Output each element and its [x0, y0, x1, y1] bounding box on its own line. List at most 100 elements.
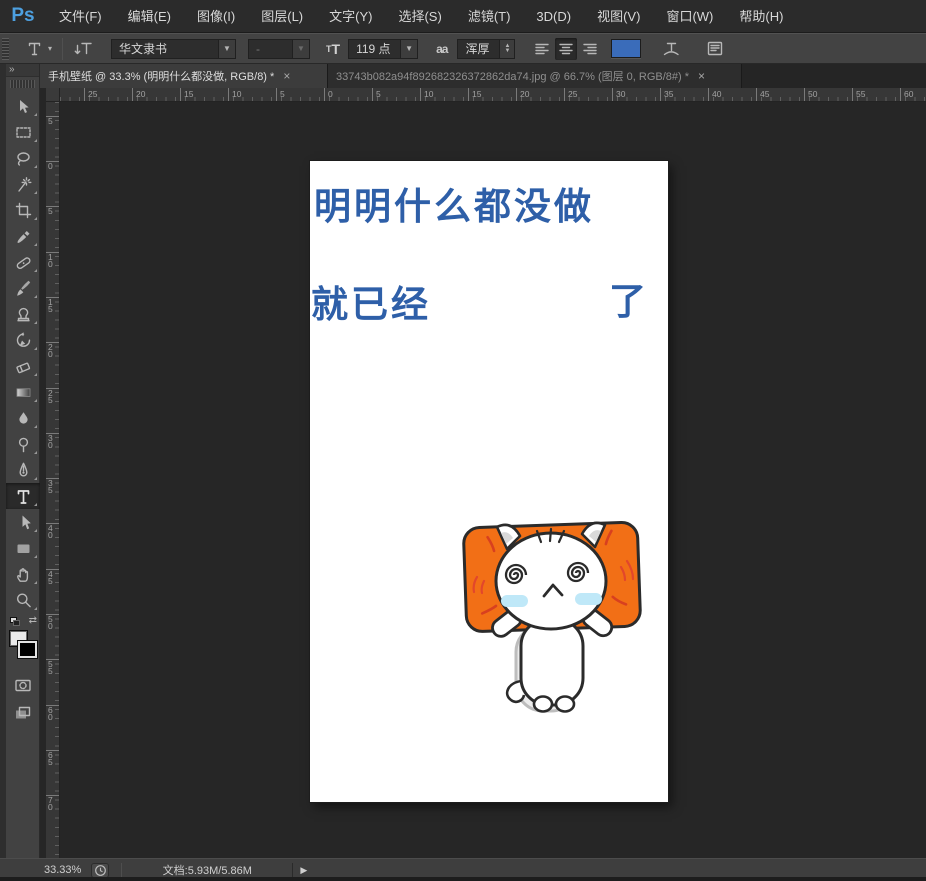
ruler-top-label: 15 [468, 88, 481, 101]
menu-item-8[interactable]: 3D(D) [523, 9, 584, 24]
font-family-value: 华文隶书 [112, 40, 218, 57]
options-grip-handle[interactable] [2, 38, 9, 60]
clone-stamp-tool[interactable] [6, 301, 40, 327]
ruler-top-label: 10 [420, 88, 433, 101]
align-center-button[interactable] [555, 38, 577, 60]
brush-tool[interactable] [6, 275, 40, 301]
chevron-down-icon: ▼ [292, 40, 309, 58]
text-layer-line2-right[interactable]: 了 [609, 271, 649, 325]
eraser-tool[interactable] [6, 353, 40, 379]
photoshop-window: Ps 文件(F)编辑(E)图像(I)图层(L)文字(Y)选择(S)滤镜(T)3D… [0, 0, 926, 881]
ruler-left-label: 4 5 [46, 569, 59, 585]
crop-tool[interactable] [6, 197, 40, 223]
text-orientation-button[interactable] [69, 37, 99, 61]
font-style-value: - [249, 42, 292, 56]
ruler-top-label: 60 [900, 88, 913, 101]
tab-document-2[interactable]: 33743b082a94f892682326372862da74.jpg @ 6… [328, 64, 742, 88]
spot-healing-brush-tool[interactable] [6, 249, 40, 275]
background-color-swatch[interactable] [18, 641, 37, 658]
document-tab-bar: 手机壁纸 @ 33.3% (明明什么都没做, RGB/8) * × 33743b… [40, 64, 926, 88]
ruler-left-label: 3 5 [46, 478, 59, 494]
menu-item-11[interactable]: 帮助(H) [726, 9, 796, 24]
quick-mask-button[interactable] [6, 673, 40, 697]
status-menu-arrow[interactable]: ▶ [292, 863, 314, 878]
font-style-select[interactable]: - ▼ [248, 39, 310, 59]
ruler-top-label: 10 [228, 88, 241, 101]
chevron-down-icon: ▼ [218, 40, 235, 58]
path-selection-tool[interactable] [6, 509, 40, 535]
warp-text-button[interactable] [657, 37, 685, 61]
text-layer-line1[interactable]: 明明什么都没做 [314, 176, 594, 230]
menu-items: 文件(F)编辑(E)图像(I)图层(L)文字(Y)选择(S)滤镜(T)3D(D)… [46, 0, 796, 33]
canvas-viewport[interactable]: 明明什么都没做 就已经 了 [60, 102, 926, 858]
text-layer-line2-left[interactable]: 就已经 [311, 274, 431, 328]
ruler-top-label: 35 [660, 88, 673, 101]
screen-mode-button[interactable] [6, 701, 40, 725]
align-left-button[interactable] [531, 38, 553, 60]
ruler-top-label: 55 [852, 88, 865, 101]
menu-bar: Ps 文件(F)编辑(E)图像(I)图层(L)文字(Y)选择(S)滤镜(T)3D… [0, 0, 926, 33]
ruler-top[interactable]: 252015105051015202530354045505560 [60, 88, 926, 102]
dodge-tool[interactable] [6, 431, 40, 457]
toggle-panels-button[interactable] [701, 37, 729, 61]
ruler-top-label: 5 [276, 88, 285, 101]
font-size-icon: TT [322, 37, 344, 61]
document-info[interactable]: 文档:5.93M/5.86M [122, 862, 292, 878]
gradient-tool[interactable] [6, 379, 40, 405]
type-tool[interactable] [6, 483, 40, 509]
pen-tool[interactable] [6, 457, 40, 483]
menu-item-9[interactable]: 视图(V) [584, 9, 653, 24]
default-colors-icon[interactable] [10, 617, 21, 627]
ruler-top-label: 0 [324, 88, 333, 101]
ruler-left-label: 5 0 [46, 614, 59, 630]
ruler-left-label: 6 5 [46, 750, 59, 766]
tool-preset-picker[interactable]: ▾ [21, 37, 56, 61]
close-icon[interactable]: × [283, 69, 290, 83]
menu-item-3[interactable]: 图像(I) [184, 9, 248, 24]
ruler-left[interactable]: 5051 01 52 02 53 03 54 04 55 05 56 06 57… [46, 102, 60, 858]
menu-item-5[interactable]: 文字(Y) [316, 9, 385, 24]
hand-tool[interactable] [6, 561, 40, 587]
text-color-swatch[interactable] [611, 39, 641, 58]
anti-alias-select[interactable]: 浑厚 ▲▼ [457, 39, 515, 59]
ruler-top-label: 50 [804, 88, 817, 101]
ruler-origin-corner[interactable] [46, 88, 60, 102]
menu-item-1[interactable]: 文件(F) [46, 9, 115, 24]
cat-on-pillow-image [455, 511, 667, 726]
menu-item-2[interactable]: 编辑(E) [115, 9, 184, 24]
ruler-left-label: 0 [46, 161, 59, 170]
ruler-top-label: 25 [564, 88, 577, 101]
eyedropper-tool[interactable] [6, 223, 40, 249]
menu-item-6[interactable]: 选择(S) [385, 9, 454, 24]
menu-item-4[interactable]: 图层(L) [248, 9, 316, 24]
blur-tool[interactable] [6, 405, 40, 431]
clock-icon[interactable] [91, 863, 109, 878]
magic-wand-tool[interactable] [6, 171, 40, 197]
document-canvas[interactable]: 明明什么都没做 就已经 了 [310, 161, 668, 802]
tab-document-1[interactable]: 手机壁纸 @ 33.3% (明明什么都没做, RGB/8) * × [40, 64, 328, 88]
rectangle-shape-tool[interactable] [6, 535, 40, 561]
ruler-left-label: 2 0 [46, 342, 59, 358]
align-right-button[interactable] [579, 38, 601, 60]
anti-alias-value: 浑厚 [458, 40, 499, 57]
history-brush-tool[interactable] [6, 327, 40, 353]
ruler-left-label: 7 0 [46, 795, 59, 811]
swap-colors-icon[interactable]: ⇄ [29, 615, 37, 626]
collapse-toolbar-button[interactable]: » [6, 64, 39, 77]
lasso-tool[interactable] [6, 145, 40, 171]
ruler-top-label: 15 [180, 88, 193, 101]
toolbar-grip-handle[interactable] [10, 80, 35, 88]
chevron-down-icon: ▼ [400, 40, 417, 58]
menu-item-10[interactable]: 窗口(W) [653, 9, 726, 24]
status-bar: 33.33% 文档:5.93M/5.86M ▶ [0, 858, 926, 881]
zoom-tool[interactable] [6, 587, 40, 613]
font-family-select[interactable]: 华文隶书 ▼ [111, 39, 236, 59]
menu-item-7[interactable]: 滤镜(T) [455, 9, 524, 24]
move-tool[interactable] [6, 93, 40, 119]
font-size-select[interactable]: 119 点 ▼ [348, 39, 418, 59]
ruler-left-label: 1 0 [46, 252, 59, 268]
close-icon[interactable]: × [698, 69, 705, 83]
zoom-level-field[interactable]: 33.33% [44, 864, 81, 876]
rectangular-marquee-tool[interactable] [6, 119, 40, 145]
ruler-left-label: 5 [46, 206, 59, 215]
